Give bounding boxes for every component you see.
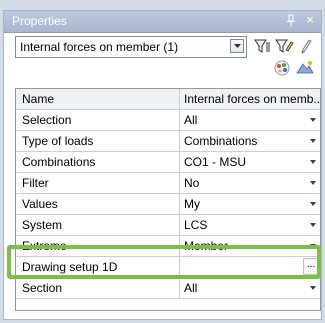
property-row-system[interactable]: System LCS (16, 215, 320, 236)
property-row-filter[interactable]: Filter No (16, 173, 320, 194)
dropdown-arrow-icon[interactable] (310, 286, 316, 290)
property-value-text: No (184, 176, 200, 190)
header-name: Name (16, 89, 180, 109)
property-value[interactable]: No (180, 173, 320, 193)
dropdown-arrow-icon[interactable] (310, 223, 316, 227)
panel-title: Properties (12, 14, 67, 28)
property-grid: Name Internal forces on memb... Selectio… (15, 88, 321, 311)
property-row-combinations[interactable]: Combinations CO1 - MSU (16, 152, 320, 173)
filter-icon[interactable] (252, 36, 272, 56)
property-name: System (16, 215, 180, 235)
property-name: Drawing setup 1D (16, 257, 180, 277)
property-value[interactable]: Member (180, 236, 320, 256)
property-value[interactable]: Combinations (180, 131, 320, 151)
dropdown-arrow-icon[interactable] (310, 202, 316, 206)
property-name: Filter (16, 173, 180, 193)
property-value[interactable]: CO1 - MSU (180, 152, 320, 172)
header-value: Internal forces on memb... (180, 89, 320, 109)
result-type-select[interactable]: Internal forces on member (1) (15, 36, 247, 58)
pin-icon[interactable] (286, 14, 296, 28)
close-icon[interactable]: × (304, 13, 316, 27)
property-value-text: LCS (184, 218, 208, 232)
property-name: Extreme (16, 236, 180, 256)
property-name: Type of loads (16, 131, 180, 151)
property-row-selection[interactable]: Selection All (16, 110, 320, 131)
display-settings-icon[interactable] (295, 59, 315, 77)
property-value[interactable]: All (180, 278, 320, 298)
dropdown-arrow-icon[interactable] (310, 181, 316, 185)
dropdown-arrow-icon[interactable] (310, 244, 316, 248)
property-value[interactable]: LCS (180, 215, 320, 235)
property-row-type-of-loads[interactable]: Type of loads Combinations (16, 131, 320, 152)
filter-edit-icon[interactable] (274, 36, 294, 56)
dropdown-arrow-icon[interactable] (310, 118, 316, 122)
chevron-down-icon[interactable] (230, 39, 244, 53)
property-value-text: Combinations (184, 134, 258, 148)
properties-panel: Properties × Internal forces on member (… (3, 10, 322, 320)
property-value-text: All (184, 113, 198, 127)
property-name: Values (16, 194, 180, 214)
property-value-text: My (184, 197, 200, 211)
ellipsis-button[interactable]: ... (303, 258, 319, 275)
result-type-select-value: Internal forces on member (1) (20, 40, 179, 54)
property-value-text: Member (184, 239, 229, 253)
dropdown-arrow-icon[interactable] (310, 160, 316, 164)
grid-header-row: Name Internal forces on memb... (16, 89, 320, 110)
pencil-icon[interactable] (296, 36, 316, 56)
property-value[interactable]: All (180, 110, 320, 130)
property-name: Selection (16, 110, 180, 130)
property-row-section[interactable]: Section All (16, 278, 320, 299)
property-row-values[interactable]: Values My (16, 194, 320, 215)
property-name: Combinations (16, 152, 180, 172)
panel-titlebar: Properties × (4, 11, 321, 33)
property-row-extreme[interactable]: Extreme Member (16, 236, 320, 257)
property-name: Section (16, 278, 180, 298)
property-value-text: CO1 - MSU (184, 155, 247, 169)
color-palette-icon[interactable] (272, 59, 292, 77)
property-value[interactable]: My (180, 194, 320, 214)
property-row-drawing-setup-1d[interactable]: Drawing setup 1D ... (16, 257, 320, 278)
dropdown-arrow-icon[interactable] (310, 139, 316, 143)
property-value[interactable]: ... (180, 257, 320, 277)
property-value-text: All (184, 281, 198, 295)
